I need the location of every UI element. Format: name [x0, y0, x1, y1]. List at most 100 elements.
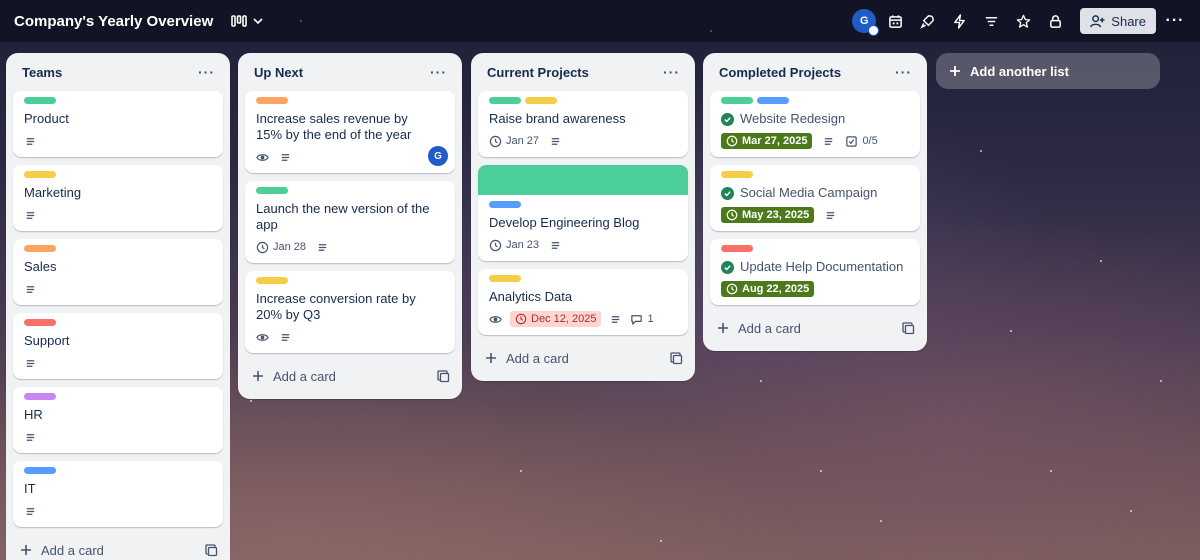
- avatar-initial: G: [860, 15, 869, 27]
- card[interactable]: Marketing: [13, 165, 223, 231]
- lightning-icon: [953, 13, 965, 29]
- add-card-button[interactable]: Add a card: [13, 535, 223, 560]
- label-yellow[interactable]: [24, 171, 56, 178]
- card[interactable]: Sales: [13, 239, 223, 305]
- complete-check-icon[interactable]: [721, 186, 734, 200]
- completed-date-text: May 23, 2025: [742, 209, 810, 221]
- date-badge[interactable]: Jan 28: [256, 241, 306, 254]
- share-button[interactable]: Share: [1080, 8, 1156, 34]
- visibility-button[interactable]: [1042, 8, 1068, 34]
- chevron-down-icon: [253, 18, 263, 25]
- date-badge[interactable]: Jan 27: [489, 135, 539, 148]
- card[interactable]: Increase conversion rate by 20% by Q3: [245, 271, 455, 353]
- description-icon: [24, 431, 37, 444]
- card-title: Increase conversion rate by 20% by Q3: [256, 291, 416, 322]
- label-yellow[interactable]: [525, 97, 557, 104]
- clock-icon: [726, 283, 738, 295]
- label-red[interactable]: [24, 319, 56, 326]
- card[interactable]: Launch the new version of the app Jan 28: [245, 181, 455, 263]
- filter-button[interactable]: [978, 8, 1004, 34]
- list-up-next: Up Next ··· Increase sales revenue by 15…: [238, 53, 462, 399]
- board-header: Company's Yearly Overview G Share ···: [0, 0, 1200, 42]
- view-switcher[interactable]: [231, 14, 263, 28]
- list-title[interactable]: Current Projects: [487, 65, 589, 80]
- label-orange[interactable]: [24, 245, 56, 252]
- list-menu-icon[interactable]: ···: [895, 64, 912, 80]
- automation-button[interactable]: [946, 8, 972, 34]
- add-list-button[interactable]: Add another list: [936, 53, 1160, 89]
- member-avatar[interactable]: G: [852, 9, 880, 36]
- template-icon[interactable]: [436, 369, 450, 383]
- filter-icon: [985, 16, 997, 26]
- complete-check-icon[interactable]: [721, 112, 734, 126]
- completed-date-badge[interactable]: May 23, 2025: [721, 207, 815, 223]
- list-header: Up Next ···: [245, 53, 455, 91]
- add-card-button[interactable]: Add a card: [245, 361, 455, 391]
- add-card-label: Add a card: [738, 320, 801, 336]
- label-orange[interactable]: [256, 97, 288, 104]
- complete-check-icon[interactable]: [721, 260, 734, 274]
- card[interactable]: Raise brand awareness Jan 27: [478, 91, 688, 157]
- power-ups-button[interactable]: [914, 8, 940, 34]
- card-title: HR: [24, 407, 43, 422]
- card[interactable]: Develop Engineering Blog Jan 23: [478, 165, 688, 261]
- card[interactable]: Social Media Campaign May 23, 2025: [710, 165, 920, 231]
- template-icon[interactable]: [901, 321, 915, 335]
- due-date-badge[interactable]: Dec 12, 2025: [510, 311, 602, 327]
- label-green[interactable]: [256, 187, 288, 194]
- label-green[interactable]: [489, 97, 521, 104]
- card[interactable]: Analytics Data Dec 12, 2025 1: [478, 269, 688, 335]
- board-title[interactable]: Company's Yearly Overview: [14, 13, 213, 30]
- add-card-button[interactable]: Add a card: [478, 343, 688, 373]
- board-menu-button[interactable]: ···: [1162, 8, 1188, 34]
- description-icon: [279, 331, 292, 344]
- label-blue[interactable]: [757, 97, 789, 104]
- card[interactable]: IT: [13, 461, 223, 527]
- card-title: Social Media Campaign: [740, 185, 878, 200]
- card[interactable]: Update Help Documentation Aug 22, 2025: [710, 239, 920, 305]
- list-header: Teams ···: [13, 53, 223, 91]
- rocket-icon: [920, 14, 934, 29]
- share-label: Share: [1111, 13, 1146, 29]
- card-member-avatar[interactable]: G: [428, 146, 448, 166]
- add-card-button[interactable]: Add a card: [710, 313, 920, 343]
- card[interactable]: Product: [13, 91, 223, 157]
- description-icon: [24, 209, 37, 222]
- comment-count: 1: [647, 313, 654, 325]
- description-icon: [549, 135, 562, 148]
- card[interactable]: HR: [13, 387, 223, 453]
- date-badge[interactable]: Jan 23: [489, 239, 539, 252]
- label-red[interactable]: [721, 245, 753, 252]
- label-yellow[interactable]: [256, 277, 288, 284]
- label-blue[interactable]: [24, 467, 56, 474]
- card-title: Update Help Documentation: [740, 259, 904, 274]
- list-menu-icon[interactable]: ···: [663, 64, 680, 80]
- template-icon[interactable]: [204, 543, 218, 557]
- calendar-button[interactable]: [882, 8, 908, 34]
- list-title[interactable]: Teams: [22, 65, 62, 80]
- card-title: IT: [24, 481, 36, 496]
- label-green[interactable]: [24, 97, 56, 104]
- list-menu-icon[interactable]: ···: [430, 64, 447, 80]
- eye-icon: [489, 313, 502, 326]
- label-blue[interactable]: [489, 201, 521, 208]
- add-list-label: Add another list: [970, 63, 1069, 79]
- lock-icon: [1049, 14, 1061, 28]
- card[interactable]: Increase sales revenue by 15% by the end…: [245, 91, 455, 173]
- list-menu-icon[interactable]: ···: [198, 64, 215, 80]
- star-button[interactable]: [1010, 8, 1036, 34]
- list-title[interactable]: Up Next: [254, 65, 303, 80]
- list-title[interactable]: Completed Projects: [719, 65, 841, 80]
- completed-date-badge[interactable]: Mar 27, 2025: [721, 133, 813, 149]
- completed-date-badge[interactable]: Aug 22, 2025: [721, 281, 815, 297]
- plus-icon: [253, 371, 263, 381]
- label-yellow[interactable]: [721, 171, 753, 178]
- card[interactable]: Support: [13, 313, 223, 379]
- card[interactable]: Website Redesign Mar 27, 2025 0/5: [710, 91, 920, 157]
- list-current-projects: Current Projects ··· Raise brand awarene…: [471, 53, 695, 381]
- label-purple[interactable]: [24, 393, 56, 400]
- template-icon[interactable]: [669, 351, 683, 365]
- label-yellow[interactable]: [489, 275, 521, 282]
- label-green[interactable]: [721, 97, 753, 104]
- description-icon: [24, 505, 37, 518]
